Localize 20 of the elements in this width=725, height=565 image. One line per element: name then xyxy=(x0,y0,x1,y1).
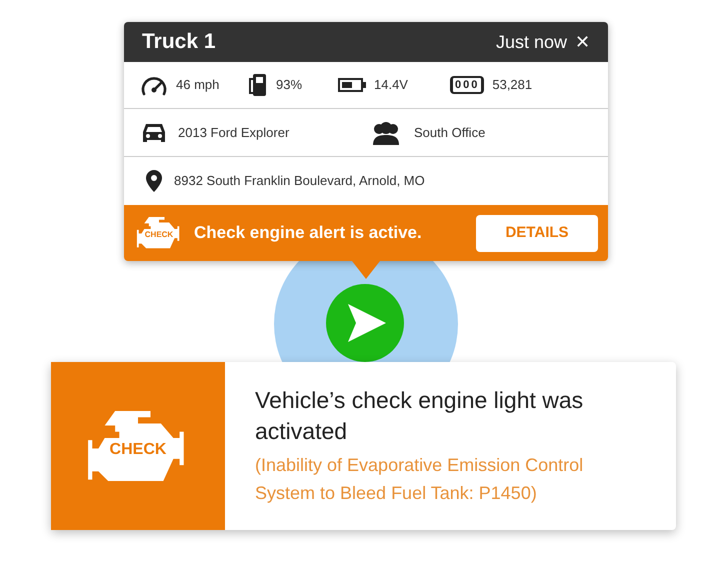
stat-value: 53,281 xyxy=(492,76,532,94)
engine-icon: CHECK xyxy=(136,217,182,249)
car-icon xyxy=(142,122,166,144)
fuel-pump-icon xyxy=(246,73,268,97)
timestamp: Just now xyxy=(496,30,567,54)
stat-value: 93% xyxy=(276,76,302,94)
group-name: South Office xyxy=(414,124,486,142)
alert-message: Check engine alert is active. xyxy=(194,222,422,244)
odometer-icon: 000 xyxy=(450,76,484,94)
people-icon xyxy=(370,120,402,144)
popup-title: Truck 1 xyxy=(142,29,216,56)
close-button[interactable]: ✕ xyxy=(575,33,590,51)
vehicle-model: 2013 Ford Explorer xyxy=(178,124,290,142)
battery-icon xyxy=(338,78,366,92)
location-pin-icon xyxy=(146,170,162,192)
stat-value: 46 mph xyxy=(176,76,220,94)
address: 8932 South Franklin Boulevard, Arnold, MO xyxy=(174,172,425,190)
notification-title: Vehicle’s check engine light was activated xyxy=(255,386,584,446)
notification-detail: (Inability of Evaporative Emission Control System to Bleed Fuel Tank: P1450) xyxy=(255,454,584,505)
stat-value: 14.4V xyxy=(374,76,408,94)
